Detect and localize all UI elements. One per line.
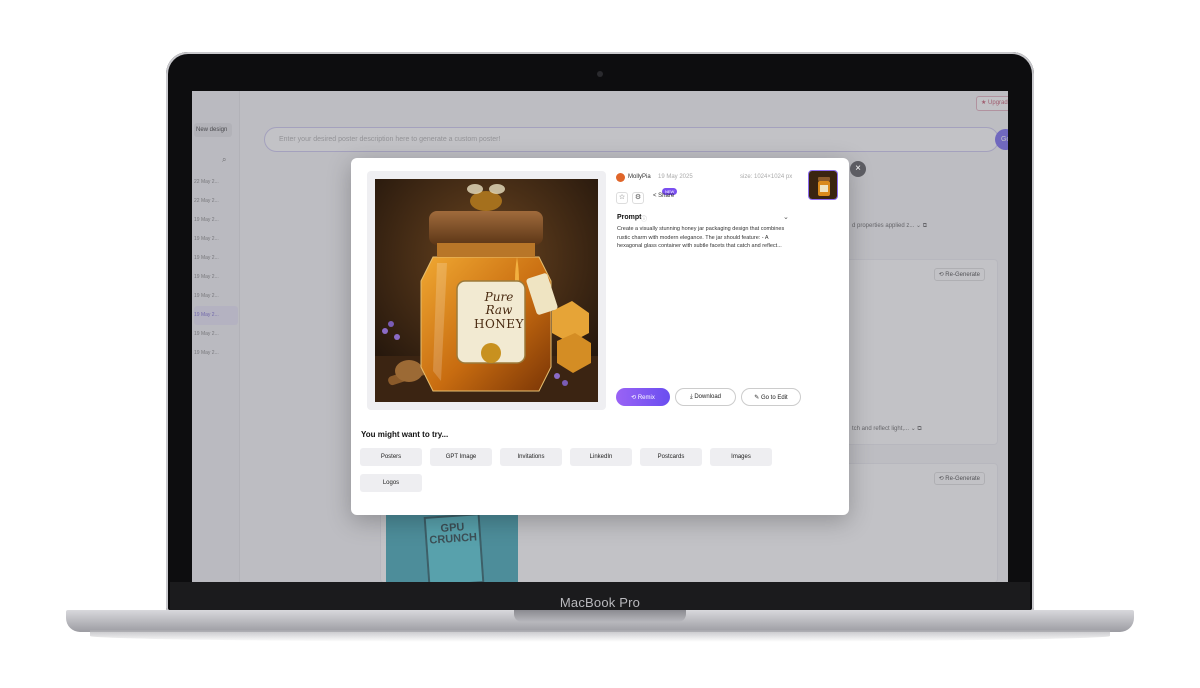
share-label: Share (658, 193, 675, 199)
author-row: MollyPia 19 May 2025 size: 1024×1024 px (616, 173, 793, 183)
star-icon[interactable]: ☆ (616, 192, 628, 204)
suggestion-chip-images[interactable]: Images (710, 448, 772, 466)
camera-dot (597, 71, 603, 77)
close-icon[interactable]: × (850, 161, 866, 177)
remix-icon: ⟲ (631, 394, 638, 401)
creation-date: 19 May 2025 (658, 174, 693, 180)
laptop-shadow (90, 630, 1110, 642)
thumbnail-image (809, 171, 837, 199)
suggestion-chip-gpt-image[interactable]: GPT Image (430, 448, 492, 466)
chevron-down-icon[interactable]: ⌄ (783, 213, 789, 221)
author-name[interactable]: MollyPia (628, 174, 651, 180)
remix-button[interactable]: ⟲ Remix (616, 388, 670, 406)
go-to-edit-button[interactable]: ✎ Go to Edit (741, 388, 801, 406)
avatar (616, 173, 625, 182)
download-label: Download (694, 393, 721, 400)
device-brand-label: MacBook Pro (559, 595, 641, 610)
suggestion-chip-postcards[interactable]: Postcards (640, 448, 702, 466)
laptop-notch (514, 610, 686, 622)
suggestion-chip-invitations[interactable]: Invitations (500, 448, 562, 466)
remix-label: Remix (637, 394, 655, 401)
share-button[interactable]: < Share (653, 193, 674, 199)
download-button[interactable]: ⤓ Download (675, 388, 736, 406)
image-size: size: 1024×1024 px (740, 174, 793, 180)
edit-icon: ✎ (754, 394, 761, 401)
selected-thumbnail[interactable] (808, 170, 838, 200)
suggestions-title: You might want to try... (361, 430, 449, 439)
suggestion-chip-linkedin[interactable]: LinkedIn (570, 448, 632, 466)
image-detail-modal: Pure Raw HONEY MollyPia 19 May 2025 size… (351, 158, 849, 515)
info-icon: ⓘ (641, 217, 648, 223)
prompt-text: Create a visually stunning honey jar pac… (617, 226, 785, 249)
edit-label: Go to Edit (761, 394, 788, 401)
image-frame: Pure Raw HONEY (367, 171, 606, 410)
jar-label-line: HONEY (474, 317, 524, 331)
suggestion-chip-posters[interactable]: Posters (360, 448, 422, 466)
jar-label-line: Raw (485, 303, 513, 317)
jar-label-text: Pure Raw HONEY (464, 291, 534, 332)
prompt-title: Prompt (617, 214, 642, 221)
settings-icon[interactable]: ⚙ (632, 192, 644, 204)
laptop-screen: New design ⌕ 22 May 2... 22 May 2... 19 … (192, 91, 1008, 582)
suggestion-chip-logos[interactable]: Logos (360, 474, 422, 492)
